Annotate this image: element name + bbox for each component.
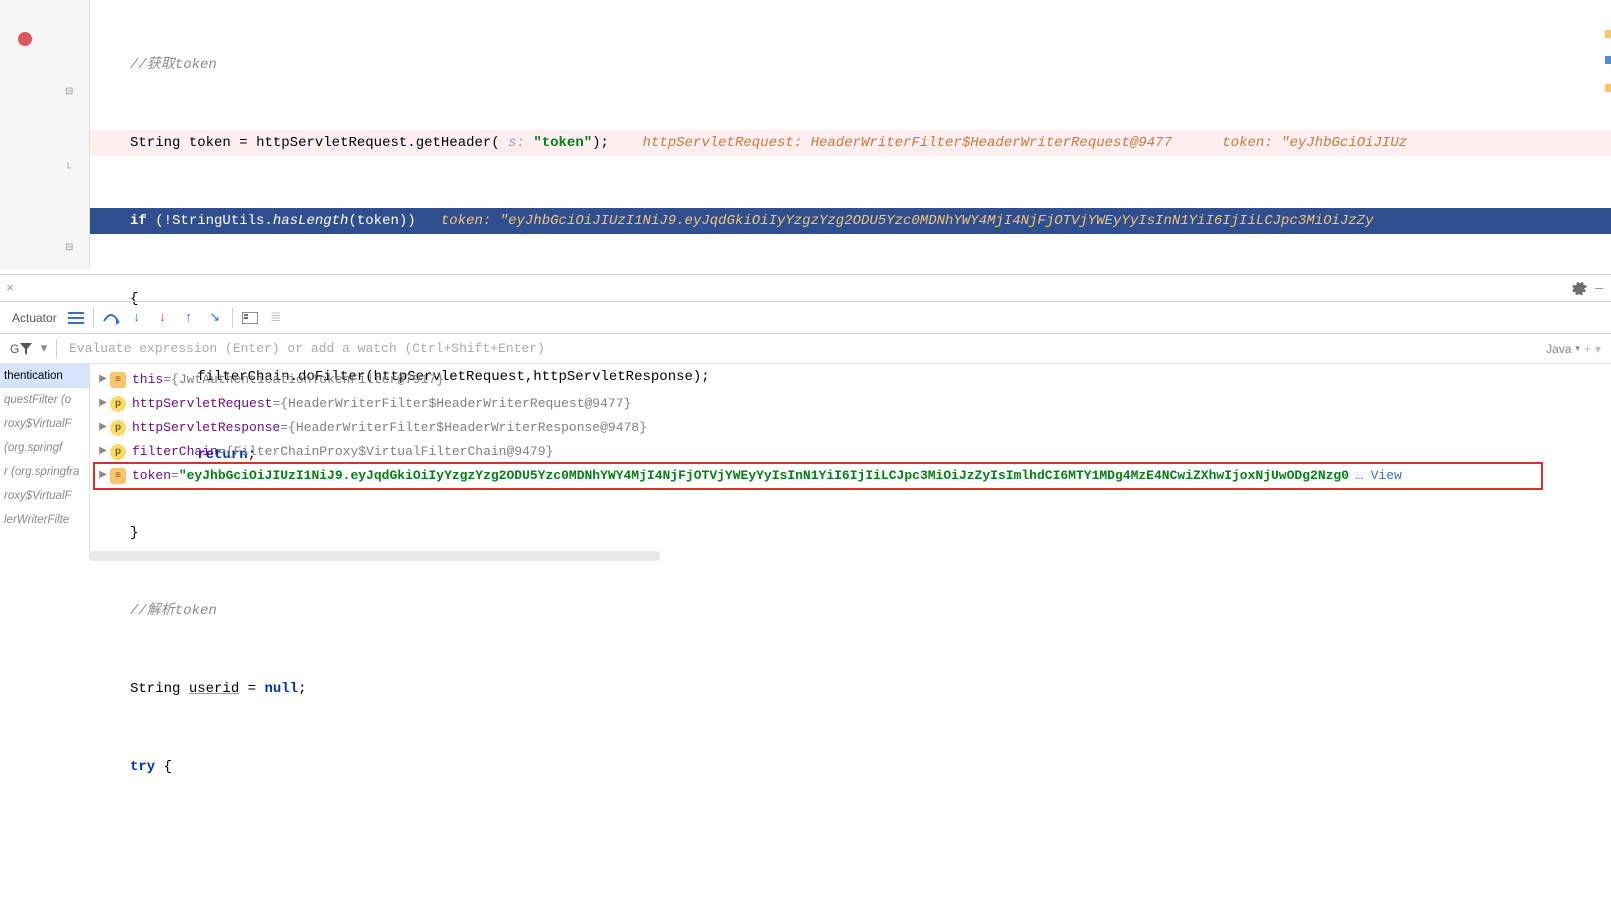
actuator-label[interactable]: Actuator <box>6 311 63 325</box>
marker-stripe <box>1605 84 1611 92</box>
debug-toolbar: Actuator ↓ ↓ ↑ ↘ ≣ <box>0 302 1611 334</box>
variables-panel[interactable]: ▶ ≡ this = {JwtAuthenticationTokenFilter… <box>90 364 1611 561</box>
param-icon: p <box>110 420 126 436</box>
step-out-icon[interactable]: ↑ <box>176 305 202 331</box>
step-into-icon[interactable]: ↓ <box>124 305 150 331</box>
frame-item[interactable]: (org.springf <box>0 436 89 460</box>
object-icon: ≡ <box>110 468 126 484</box>
minimize-icon[interactable]: — <box>1595 281 1603 296</box>
filter-icon[interactable] <box>16 336 36 362</box>
gear-icon[interactable] <box>1571 280 1587 296</box>
debug-tab-strip: × — <box>0 274 1611 302</box>
code-text: String <box>130 135 180 151</box>
add-watch-icon[interactable]: + <box>1584 342 1591 356</box>
param-icon: p <box>110 396 126 412</box>
param-icon: p <box>110 444 126 460</box>
fold-end-icon: └ <box>65 164 75 174</box>
expand-icon[interactable]: ▶ <box>96 392 110 416</box>
g-label: G <box>0 342 16 356</box>
marker-stripe <box>1605 56 1611 64</box>
variable-row[interactable]: ▶ ≡ token = "eyJhbGciOiJIUzI1NiJ9.eyJqdG… <box>90 464 1611 488</box>
variable-row[interactable]: ▶ ≡ this = {JwtAuthenticationTokenFilter… <box>90 368 1611 392</box>
variable-row[interactable]: ▶ p httpServletResponse = {HeaderWriterF… <box>90 416 1611 440</box>
dropdown-icon[interactable]: ▾ <box>36 336 52 362</box>
view-link[interactable]: … View <box>1349 464 1402 488</box>
close-icon[interactable]: × <box>0 281 20 296</box>
evaluate-row: G ▾ Evaluate expression (Enter) or add a… <box>0 334 1611 364</box>
frame-item[interactable]: thentication <box>0 364 89 388</box>
editor-gutter: ⊟ └ ⊟ <box>0 0 90 270</box>
variable-row[interactable]: ▶ p httpServletRequest = {HeaderWriterFi… <box>90 392 1611 416</box>
variable-row[interactable]: ▶ p filterChain = {FilterChainProxy$Virt… <box>90 440 1611 464</box>
frame-item[interactable]: questFilter (o <box>0 388 89 412</box>
trace-icon[interactable]: ≣ <box>263 305 289 331</box>
fold-minus-icon[interactable]: ⊟ <box>65 86 75 96</box>
evaluate-input[interactable]: Evaluate expression (Enter) or add a wat… <box>61 341 1546 356</box>
expand-icon[interactable]: ▶ <box>96 440 110 464</box>
expand-icon[interactable]: ▶ <box>96 368 110 392</box>
code-comment: //获取token <box>130 57 217 73</box>
marker-stripe <box>1605 30 1611 38</box>
lang-selector[interactable]: Java <box>1546 342 1571 356</box>
stack-icon[interactable] <box>63 305 89 331</box>
force-step-into-icon[interactable]: ↓ <box>150 305 176 331</box>
fold-minus-icon[interactable]: ⊟ <box>65 242 75 252</box>
frame-item[interactable]: roxy$VirtualF <box>0 412 89 436</box>
breakpoint-icon[interactable] <box>18 32 32 46</box>
frames-panel[interactable]: thentication questFilter (o roxy$Virtual… <box>0 364 90 561</box>
object-icon: ≡ <box>110 372 126 388</box>
run-to-cursor-icon[interactable]: ↘ <box>202 305 228 331</box>
expand-icon[interactable]: ▶ <box>96 416 110 440</box>
frame-item[interactable]: lerWriterFilte <box>0 508 89 532</box>
frame-item[interactable]: r (org.springfra <box>0 460 89 484</box>
expand-icon[interactable]: ▶ <box>96 464 110 488</box>
code-editor[interactable]: //获取token String token = httpServletRequ… <box>90 0 1611 270</box>
chevron-down-icon[interactable]: ▾ <box>1595 342 1601 356</box>
frame-item[interactable]: roxy$VirtualF <box>0 484 89 508</box>
step-over-icon[interactable] <box>98 305 124 331</box>
evaluate-icon[interactable] <box>237 305 263 331</box>
